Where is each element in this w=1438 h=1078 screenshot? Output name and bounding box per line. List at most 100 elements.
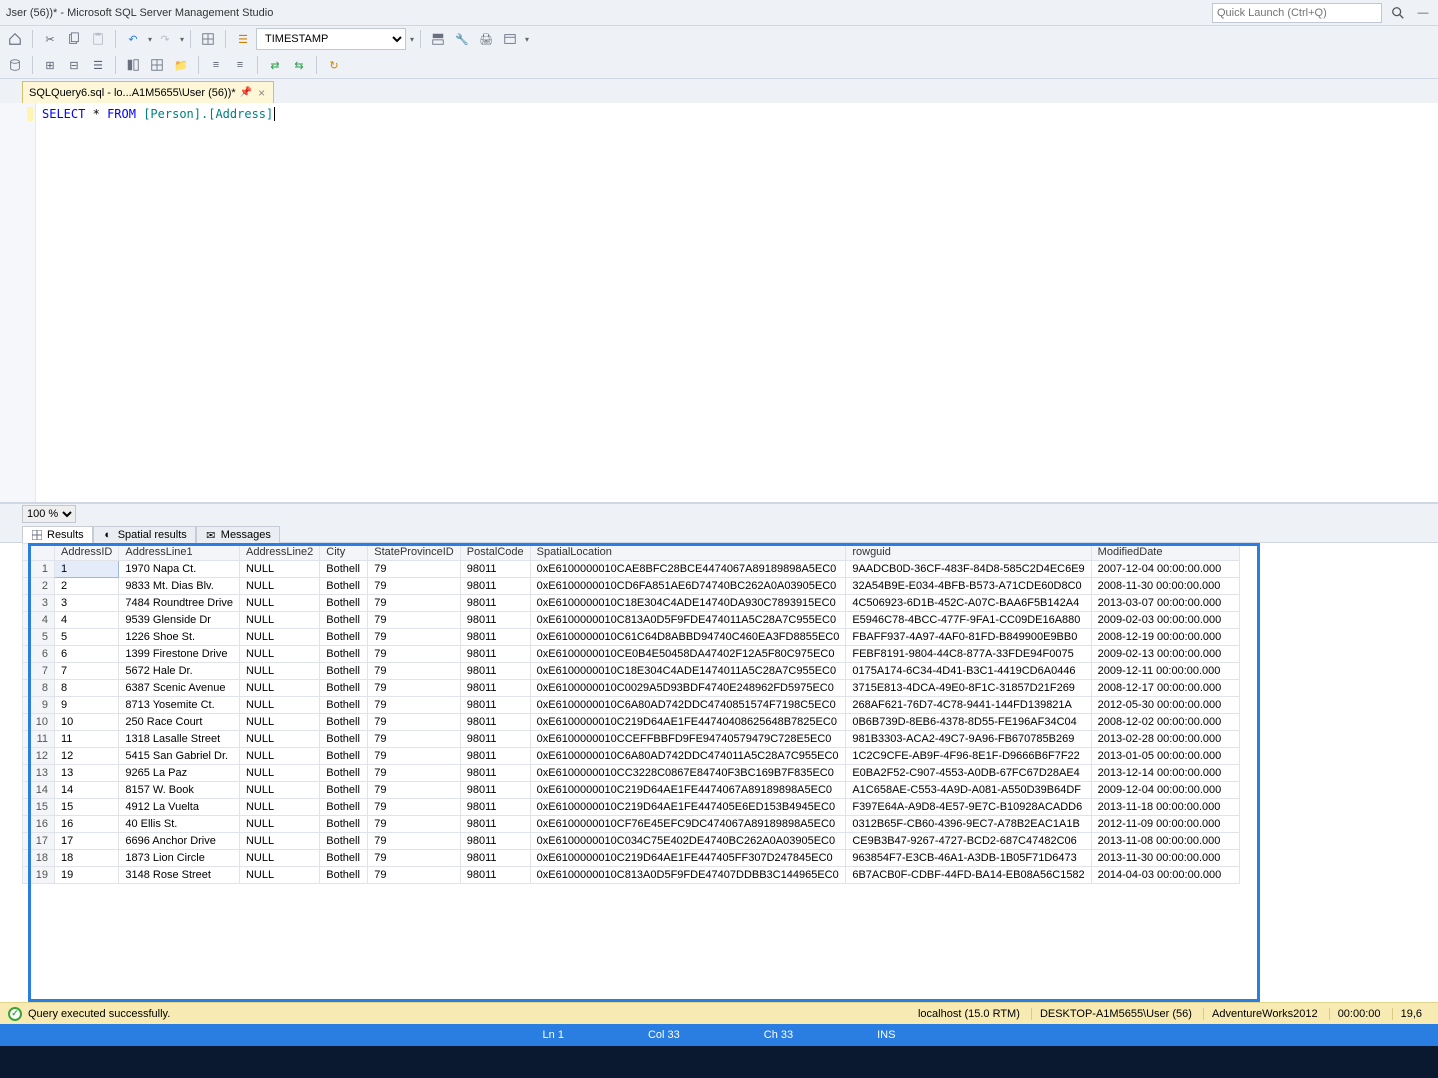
cell-addressline2[interactable]: NULL [239, 612, 319, 629]
cell-addressline2[interactable]: NULL [239, 646, 319, 663]
cell-postalcode[interactable]: 98011 [460, 595, 530, 612]
cell-rowguid[interactable]: 32A54B9E-E034-4BFB-B573-A71CDE60D8C0 [846, 578, 1091, 595]
cell-modifieddate[interactable]: 2013-02-28 00:00:00.000 [1091, 731, 1239, 748]
cell-addressline1[interactable]: 5415 San Gabriel Dr. [119, 748, 240, 765]
cell-rowguid[interactable]: FEBF8191-9804-44C8-877A-33FDE94F0075 [846, 646, 1091, 663]
cell-spatiallocation[interactable]: 0xE6100000010C6A80AD742DDC4740851574F719… [530, 697, 846, 714]
cell-spatiallocation[interactable]: 0xE6100000010CCEFFBBFD9FE94740579479C728… [530, 731, 846, 748]
tree-icon-3[interactable]: ☰ [87, 54, 109, 76]
table-row[interactable]: 337484 Roundtree DriveNULLBothell7998011… [23, 595, 1240, 612]
sql-editor[interactable]: SELECT * FROM [Person].[Address] [0, 103, 1438, 503]
row-number-cell[interactable]: 14 [23, 782, 55, 799]
cell-addressid[interactable]: 2 [55, 578, 119, 595]
tree-icon-1[interactable]: ⊞ [39, 54, 61, 76]
cell-addressline2[interactable]: NULL [239, 680, 319, 697]
cell-modifieddate[interactable]: 2013-11-30 00:00:00.000 [1091, 850, 1239, 867]
cell-modifieddate[interactable]: 2009-12-11 00:00:00.000 [1091, 663, 1239, 680]
cell-city[interactable]: Bothell [320, 782, 368, 799]
cell-spatiallocation[interactable]: 0xE6100000010C6A80AD742DDC474011A5C28A7C… [530, 748, 846, 765]
cell-stateprovince[interactable]: 79 [368, 850, 460, 867]
zoom-select[interactable]: 100 % [22, 505, 76, 523]
cell-addressline2[interactable]: NULL [239, 561, 319, 578]
cell-postalcode[interactable]: 98011 [460, 629, 530, 646]
cell-addressline1[interactable]: 1970 Napa Ct. [119, 561, 240, 578]
col-header[interactable]: ModifiedDate [1091, 544, 1239, 561]
cell-rowguid[interactable]: 0175A174-6C34-4D41-B3C1-4419CD6A0446 [846, 663, 1091, 680]
cell-addressline1[interactable]: 40 Ellis St. [119, 816, 240, 833]
cell-addressline1[interactable]: 7484 Roundtree Drive [119, 595, 240, 612]
cell-spatiallocation[interactable]: 0xE6100000010C0029A5D93BDF4740E248962FD5… [530, 680, 846, 697]
row-number-cell[interactable]: 2 [23, 578, 55, 595]
cell-city[interactable]: Bothell [320, 867, 368, 884]
results-pane-icon[interactable] [427, 28, 449, 50]
cell-stateprovince[interactable]: 79 [368, 782, 460, 799]
cell-stateprovince[interactable]: 79 [368, 731, 460, 748]
cell-rowguid[interactable]: E5946C78-4BCC-477F-9FA1-CC09DE16A880 [846, 612, 1091, 629]
row-number-cell[interactable]: 15 [23, 799, 55, 816]
cell-spatiallocation[interactable]: 0xE6100000010C18E304C4ADE1474011A5C28A7C… [530, 663, 846, 680]
cell-addressline1[interactable]: 6696 Anchor Drive [119, 833, 240, 850]
cell-postalcode[interactable]: 98011 [460, 561, 530, 578]
cell-stateprovince[interactable]: 79 [368, 833, 460, 850]
cell-addressline2[interactable]: NULL [239, 748, 319, 765]
cell-postalcode[interactable]: 98011 [460, 748, 530, 765]
folder-icon[interactable]: 📁 [170, 54, 192, 76]
tree-icon-2[interactable]: ⊟ [63, 54, 85, 76]
cell-city[interactable]: Bothell [320, 731, 368, 748]
cell-modifieddate[interactable]: 2008-12-19 00:00:00.000 [1091, 629, 1239, 646]
panel-icon-2[interactable] [146, 54, 168, 76]
cell-city[interactable]: Bothell [320, 612, 368, 629]
table-row[interactable]: 661399 Firestone DriveNULLBothell7998011… [23, 646, 1240, 663]
wrench-icon[interactable]: 🔧 [451, 28, 473, 50]
cell-addressid[interactable]: 6 [55, 646, 119, 663]
undo-icon[interactable]: ↶ [122, 28, 144, 50]
document-tab[interactable]: SQLQuery6.sql - lo...A1M5655\User (56))*… [22, 81, 274, 103]
cell-addressline2[interactable]: NULL [239, 816, 319, 833]
cell-spatiallocation[interactable]: 0xE6100000010CD6FA851AE6D74740BC262A0A03… [530, 578, 846, 595]
cell-postalcode[interactable]: 98011 [460, 731, 530, 748]
cell-addressid[interactable]: 11 [55, 731, 119, 748]
row-number-cell[interactable]: 1 [23, 561, 55, 578]
row-number-cell[interactable]: 12 [23, 748, 55, 765]
cell-modifieddate[interactable]: 2013-01-05 00:00:00.000 [1091, 748, 1239, 765]
cell-modifieddate[interactable]: 2013-11-18 00:00:00.000 [1091, 799, 1239, 816]
cell-addressline1[interactable]: 8713 Yosemite Ct. [119, 697, 240, 714]
redo-icon[interactable]: ↷ [154, 28, 176, 50]
dropdown-caret-icon[interactable]: ▾ [408, 35, 414, 44]
cell-addressline1[interactable]: 9539 Glenside Dr [119, 612, 240, 629]
cell-city[interactable]: Bothell [320, 697, 368, 714]
cell-addressid[interactable]: 1 [55, 561, 119, 578]
cell-city[interactable]: Bothell [320, 561, 368, 578]
cell-postalcode[interactable]: 98011 [460, 765, 530, 782]
row-header-corner[interactable] [23, 544, 55, 561]
cell-addressid[interactable]: 4 [55, 612, 119, 629]
cell-spatiallocation[interactable]: 0xE6100000010C61C64D8ABBD94740C460EA3FD8… [530, 629, 846, 646]
cell-rowguid[interactable]: 4C506923-6D1B-452C-A07C-BAA6F5B142A4 [846, 595, 1091, 612]
cell-spatiallocation[interactable]: 0xE6100000010C18E304C4ADE14740DA930C7893… [530, 595, 846, 612]
table-row[interactable]: 19193148 Rose StreetNULLBothell79980110x… [23, 867, 1240, 884]
row-number-cell[interactable]: 6 [23, 646, 55, 663]
cell-modifieddate[interactable]: 2013-11-08 00:00:00.000 [1091, 833, 1239, 850]
table-row[interactable]: 14148157 W. BookNULLBothell79980110xE610… [23, 782, 1240, 799]
row-number-cell[interactable]: 7 [23, 663, 55, 680]
cell-rowguid[interactable]: 0B6B739D-8EB6-4378-8D55-FE196AF34C04 [846, 714, 1091, 731]
table-row[interactable]: 775672 Hale Dr.NULLBothell79980110xE6100… [23, 663, 1240, 680]
cell-addressid[interactable]: 14 [55, 782, 119, 799]
cell-rowguid[interactable]: 9AADCB0D-36CF-483F-84D8-585C2D4EC6E9 [846, 561, 1091, 578]
row-number-cell[interactable]: 5 [23, 629, 55, 646]
cell-rowguid[interactable]: A1C658AE-C553-4A9D-A081-A550D39B64DF [846, 782, 1091, 799]
cell-stateprovince[interactable]: 79 [368, 646, 460, 663]
cell-addressline1[interactable]: 9265 La Paz [119, 765, 240, 782]
cell-city[interactable]: Bothell [320, 714, 368, 731]
cell-addressline1[interactable]: 8157 W. Book [119, 782, 240, 799]
row-number-cell[interactable]: 16 [23, 816, 55, 833]
cell-city[interactable]: Bothell [320, 646, 368, 663]
cell-stateprovince[interactable]: 79 [368, 867, 460, 884]
cell-city[interactable]: Bothell [320, 663, 368, 680]
cell-addressid[interactable]: 8 [55, 680, 119, 697]
cell-city[interactable]: Bothell [320, 680, 368, 697]
paste-icon[interactable] [87, 28, 109, 50]
cell-rowguid[interactable]: 6B7ACB0F-CDBF-44FD-BA14-EB08A56C1582 [846, 867, 1091, 884]
home-icon[interactable] [4, 28, 26, 50]
row-number-cell[interactable]: 10 [23, 714, 55, 731]
